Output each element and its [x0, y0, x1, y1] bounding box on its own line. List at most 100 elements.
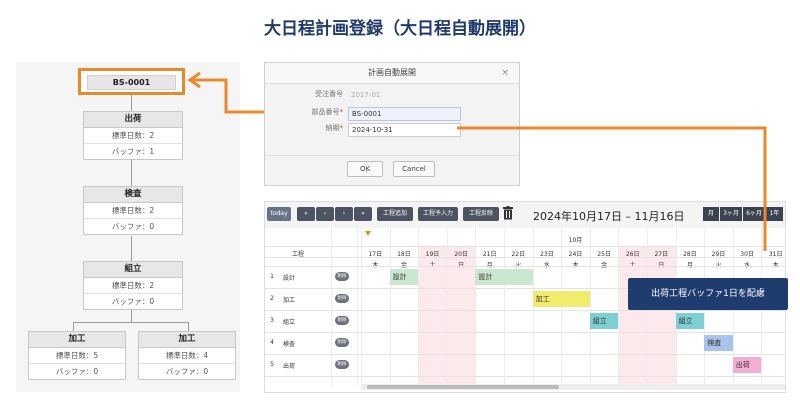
row-process-name: 設計	[283, 275, 296, 282]
ok-button[interactable]: OK	[347, 161, 383, 177]
gantt-bar[interactable]: 設計	[475, 269, 533, 285]
weekday-label: 金	[390, 260, 419, 269]
order-number-label: 受注番号	[315, 90, 343, 98]
part-number-label: 部品番号	[311, 108, 340, 116]
grid-line	[389, 228, 391, 386]
gantt-bar[interactable]: 出荷	[732, 357, 762, 373]
cancel-button[interactable]: Cancel	[393, 161, 435, 177]
gantt-bar[interactable]: 組立	[675, 313, 705, 329]
flow-node-title: 加工	[29, 332, 125, 348]
grid-line	[265, 257, 785, 258]
process-apply-button[interactable]: 工程反映	[463, 207, 499, 221]
view-3months-button[interactable]: 3ヶ月	[720, 207, 742, 221]
weekday-label: 日	[447, 260, 476, 269]
weekday-label: 木	[361, 260, 390, 269]
delete-tag[interactable]: 削除	[335, 360, 349, 369]
flow-node-title: 加工	[139, 332, 235, 348]
grid-line	[361, 228, 362, 386]
row-number: 3	[270, 317, 274, 324]
today-button[interactable]: today	[267, 207, 291, 221]
row-number: 2	[270, 295, 274, 302]
row-process-name: 加工	[283, 297, 296, 304]
delete-tag[interactable]: 削除	[335, 338, 349, 347]
part-number-field[interactable]: BS-0001	[348, 107, 461, 121]
order-number-field: 2017-01	[351, 91, 381, 99]
view-1year-button[interactable]: 1年	[766, 207, 783, 221]
gantt-bar[interactable]: 検査	[704, 335, 733, 351]
gantt-bar[interactable]: 加工	[532, 291, 590, 307]
due-date-field[interactable]: 2024-10-31	[348, 123, 461, 137]
weekday-label: 土	[418, 260, 447, 269]
flow-node-buffer: バッファ：0	[165, 367, 209, 376]
flow-node-std-days: 標準日数：2	[84, 128, 182, 144]
flow-node-shipping[interactable]: 出荷 標準日数：2 バッファ：1	[83, 111, 183, 160]
add-process-button[interactable]: 工程追加	[377, 207, 413, 221]
gantt-bar[interactable]: 組立	[589, 313, 619, 329]
horizontal-scrollbar[interactable]	[361, 384, 785, 390]
close-icon[interactable]: ×	[501, 63, 509, 83]
scroll-thumb[interactable]	[367, 385, 559, 389]
grid-line	[532, 228, 534, 386]
next-year-button[interactable]: »	[354, 207, 372, 221]
flow-node-buffer: バッファ：0	[111, 297, 155, 306]
next-button[interactable]: ›	[335, 207, 353, 221]
prev-button[interactable]: ‹	[316, 207, 334, 221]
grid-line	[475, 228, 477, 386]
view-month-button[interactable]: 月	[703, 207, 719, 221]
delete-tag[interactable]: 削除	[335, 316, 349, 325]
process-flow-panel: 出荷 標準日数：2 バッファ：1 検査 標準日数：2 バッファ：0 組立 標準日…	[16, 62, 240, 392]
dialog-title: 計画自動展開	[368, 68, 416, 77]
grid-line	[265, 332, 785, 333]
row-number: 4	[270, 339, 274, 346]
weekday-label: 土	[618, 260, 647, 269]
flow-node-machining-1[interactable]: 加工 標準日数：5 バッファ：0	[28, 331, 126, 380]
row-process-name: 出荷	[283, 363, 296, 370]
flow-node-title: 検査	[84, 187, 182, 203]
top-part-highlight[interactable]: BS-0001	[78, 68, 185, 95]
grid-line	[618, 228, 620, 386]
flow-node-machining-2[interactable]: 加工 標準日数：4 バッファ：0	[138, 331, 236, 380]
weekday-label: 水	[533, 260, 562, 269]
gantt-toolbar: today « ‹ › » 工程追加 工程予入力 工程反映 2024年10月17…	[265, 202, 785, 228]
prev-year-button[interactable]: «	[297, 207, 315, 221]
grid-line	[561, 228, 563, 386]
grid-line	[265, 246, 785, 247]
grid-line	[446, 228, 448, 386]
grid-line	[265, 354, 785, 355]
month-label: 10月	[568, 237, 583, 244]
weekday-label: 火	[704, 260, 733, 269]
date-range-title: 2024年10月17日 – 11月16日	[533, 210, 685, 223]
process-preinput-button[interactable]: 工程予入力	[418, 207, 458, 221]
flow-node-std-days: 標準日数：2	[84, 278, 182, 294]
view-6months-button[interactable]: 6ヶ月	[743, 207, 765, 221]
weekday-label: 日	[647, 260, 676, 269]
flow-node-inspection[interactable]: 検査 標準日数：2 バッファ：0	[83, 186, 183, 235]
row-number: 1	[270, 273, 274, 280]
flow-node-title: 出荷	[84, 112, 182, 128]
flow-node-title: 組立	[84, 262, 182, 278]
flow-node-assembly[interactable]: 組立 標準日数：2 バッファ：0	[83, 261, 183, 310]
row-number: 5	[270, 361, 274, 368]
trash-icon[interactable]	[503, 206, 513, 220]
grid-line	[265, 266, 785, 267]
grid-line	[357, 228, 358, 386]
due-date-label: 納期	[325, 124, 340, 132]
flow-node-std-days: 標準日数：4	[139, 348, 235, 364]
weekday-label: 水	[733, 260, 762, 269]
flow-node-std-days: 標準日数：2	[84, 203, 182, 219]
grid-line	[265, 376, 785, 377]
delete-tag[interactable]: 削除	[335, 294, 349, 303]
top-part-code: BS-0001	[87, 75, 176, 90]
row-process-name: 組立	[283, 319, 296, 326]
flow-node-buffer: バッファ：0	[55, 367, 99, 376]
flow-node-buffer: バッファ：0	[111, 222, 155, 231]
view-switcher: 月 3ヶ月 6ヶ月 1年	[703, 207, 783, 221]
grid-line	[418, 228, 420, 386]
weekday-label: 木	[761, 260, 785, 269]
grid-line	[265, 310, 785, 311]
delete-tag[interactable]: 削除	[335, 272, 349, 281]
dialog-title-bar: 計画自動展開 ×	[265, 63, 519, 84]
gantt-bar[interactable]: 設計	[389, 269, 419, 285]
weekday-label: 火	[504, 260, 533, 269]
auto-expand-dialog: 計画自動展開 × 受注番号 2017-01 部品番号* BS-0001 納期* …	[264, 62, 520, 186]
